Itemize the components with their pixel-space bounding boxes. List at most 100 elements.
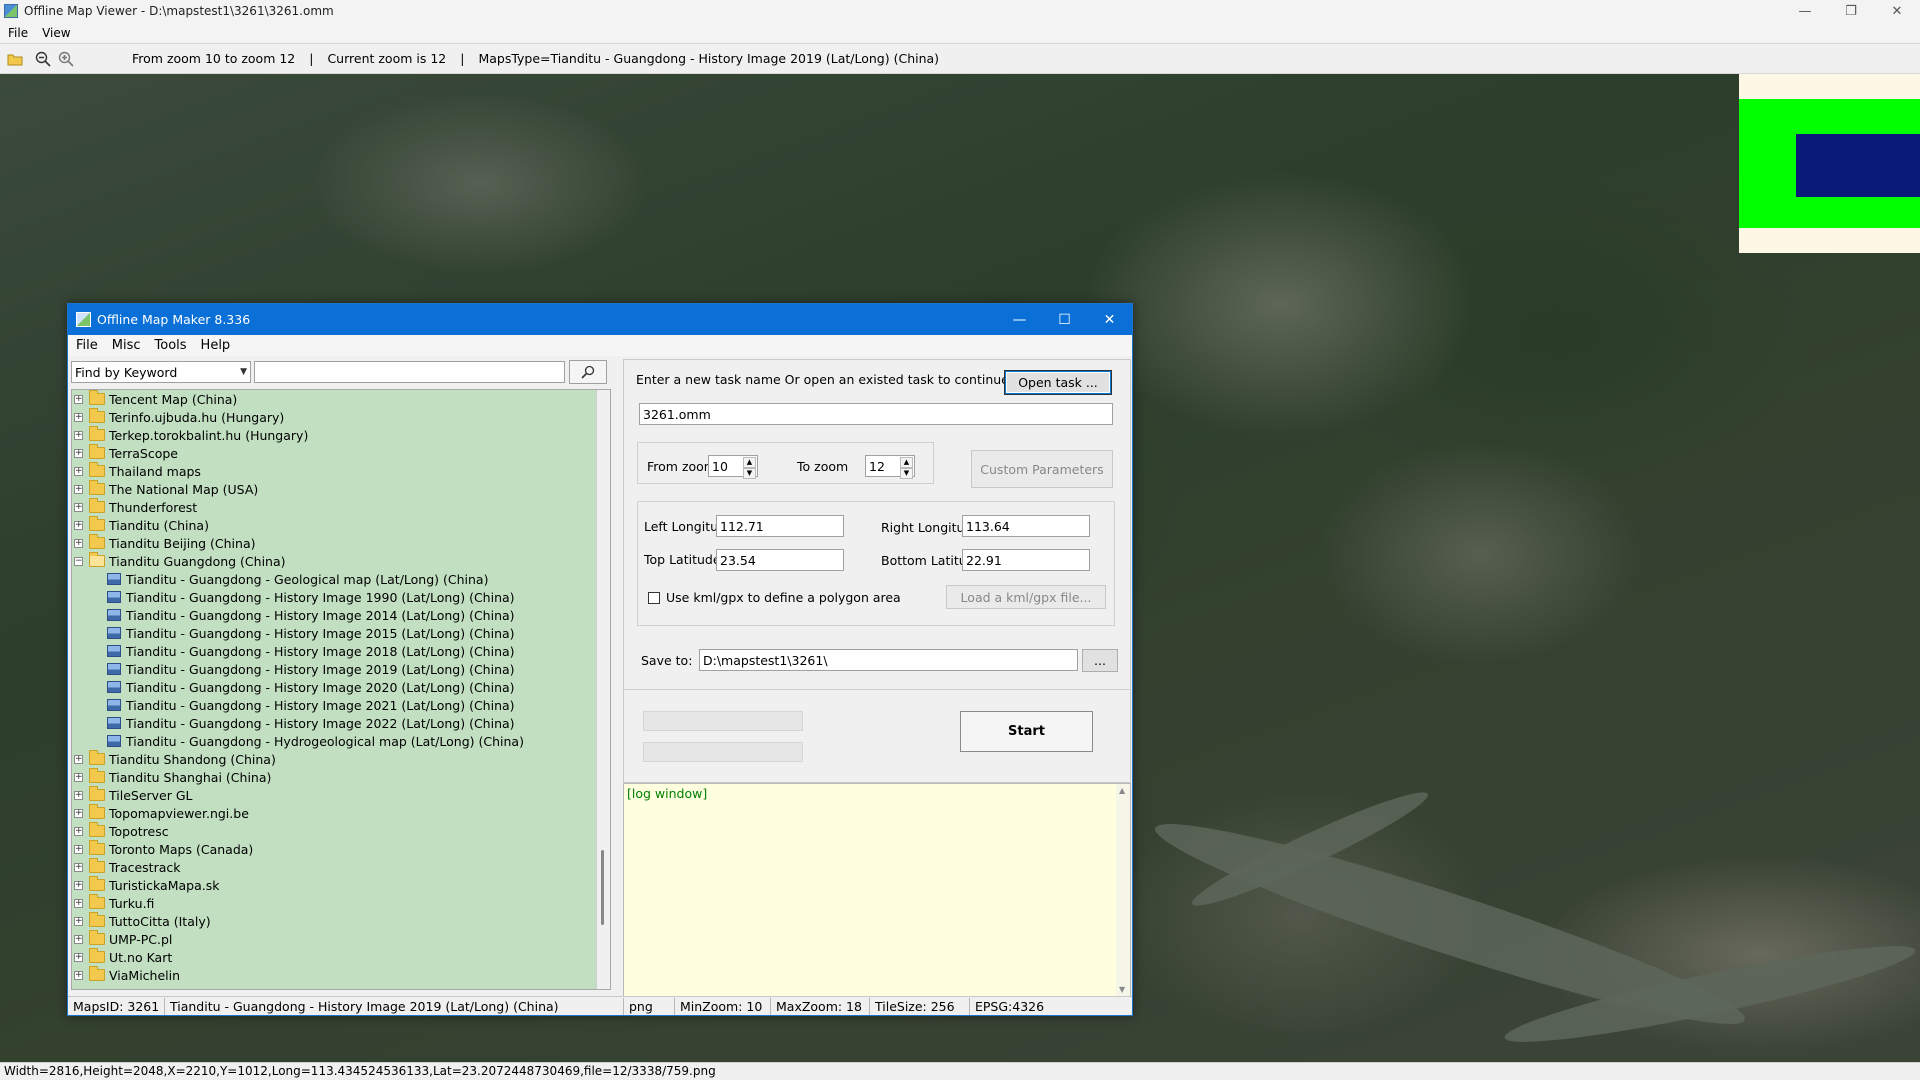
menu-tools[interactable]: Tools bbox=[155, 338, 187, 353]
log-scrollbar[interactable]: ▲ ▼ bbox=[1116, 784, 1130, 996]
expand-icon[interactable]: + bbox=[74, 502, 83, 512]
expand-icon[interactable]: + bbox=[74, 862, 83, 872]
tree-map-item[interactable]: Tianditu - Guangdong - History Image 201… bbox=[72, 606, 610, 624]
log-window[interactable]: [log window] ▲ ▼ bbox=[623, 783, 1131, 997]
tree-folder-item[interactable]: + Topomapviewer.ngi.be bbox=[72, 804, 610, 822]
menu-file[interactable]: File bbox=[8, 26, 28, 40]
to-zoom-stepper[interactable]: 12 ▲ ▼ bbox=[865, 455, 915, 479]
tree-folder-item[interactable]: + Turku.fi bbox=[72, 894, 610, 912]
tree-folder-item[interactable]: − Tianditu Guangdong (China) bbox=[72, 552, 610, 570]
expand-icon[interactable]: + bbox=[74, 754, 83, 764]
task-name-input[interactable]: 3261.omm bbox=[639, 403, 1113, 425]
tree-folder-item[interactable]: + TuristickaMapa.sk bbox=[72, 876, 610, 894]
expand-icon[interactable]: + bbox=[74, 844, 83, 854]
tree-folder-item[interactable]: + Topotresc bbox=[72, 822, 610, 840]
start-button[interactable]: Start bbox=[960, 711, 1093, 752]
tree-folder-item[interactable]: + Tencent Map (China) bbox=[72, 390, 610, 408]
tree-folder-item[interactable]: + UMP-PC.pl bbox=[72, 930, 610, 948]
tree-folder-item[interactable]: + Toronto Maps (Canada) bbox=[72, 840, 610, 858]
expand-icon[interactable]: + bbox=[74, 448, 83, 458]
tree-scrollbar[interactable] bbox=[596, 390, 610, 989]
right-longitude-input[interactable]: 113.64 bbox=[962, 515, 1090, 537]
minimize-icon[interactable]: — bbox=[997, 304, 1042, 335]
tree-folder-item[interactable]: + TuttoCitta (Italy) bbox=[72, 912, 610, 930]
expand-icon[interactable]: + bbox=[74, 916, 83, 926]
tree-folder-item[interactable]: + Tianditu Shandong (China) bbox=[72, 750, 610, 768]
menu-help[interactable]: Help bbox=[201, 338, 231, 353]
tree-folder-item[interactable]: + TerraScope bbox=[72, 444, 610, 462]
close-icon[interactable]: ✕ bbox=[1874, 0, 1920, 22]
left-longitude-input[interactable]: 112.71 bbox=[716, 515, 844, 537]
maximize-icon[interactable]: ☐ bbox=[1042, 304, 1087, 335]
find-input[interactable] bbox=[254, 361, 565, 383]
chevron-down-icon[interactable]: ▼ bbox=[900, 468, 913, 479]
tree-map-item[interactable]: Tianditu - Guangdong - History Image 199… bbox=[72, 588, 610, 606]
from-zoom-stepper[interactable]: 10 ▲ ▼ bbox=[708, 455, 758, 479]
top-latitude-input[interactable]: 23.54 bbox=[716, 549, 844, 571]
tree-folder-item[interactable]: + Tianditu Shanghai (China) bbox=[72, 768, 610, 786]
tree-folder-item[interactable]: + ViaMichelin bbox=[72, 966, 610, 984]
tree-folder-item[interactable]: + Tianditu (China) bbox=[72, 516, 610, 534]
zoom-in-icon[interactable] bbox=[58, 51, 74, 67]
open-folder-icon[interactable] bbox=[7, 51, 23, 67]
expand-icon[interactable]: + bbox=[74, 412, 83, 422]
tree-map-item[interactable]: Tianditu - Guangdong - History Image 202… bbox=[72, 696, 610, 714]
expand-icon[interactable]: + bbox=[74, 790, 83, 800]
chevron-up-icon[interactable]: ▲ bbox=[743, 457, 756, 468]
tree-folder-item[interactable]: + Terkep.torokbalint.hu (Hungary) bbox=[72, 426, 610, 444]
collapse-icon[interactable]: − bbox=[74, 556, 83, 566]
open-task-button[interactable]: Open task ... bbox=[1005, 371, 1111, 394]
tree-folder-item[interactable]: + Thailand maps bbox=[72, 462, 610, 480]
browse-button[interactable]: ... bbox=[1082, 649, 1118, 672]
tree-folder-item[interactable]: + Ut.no Kart bbox=[72, 948, 610, 966]
maker-titlebar[interactable]: Offline Map Maker 8.336 — ☐ ✕ bbox=[68, 304, 1132, 335]
expand-icon[interactable]: + bbox=[74, 394, 83, 404]
expand-icon[interactable]: + bbox=[74, 466, 83, 476]
custom-parameters-button[interactable]: Custom Parameters bbox=[971, 450, 1113, 488]
tree-folder-item[interactable]: + Thunderforest bbox=[72, 498, 610, 516]
bottom-latitude-input[interactable]: 22.91 bbox=[962, 549, 1090, 571]
expand-icon[interactable]: + bbox=[74, 484, 83, 494]
tree-map-item[interactable]: Tianditu - Guangdong - Hydrogeological m… bbox=[72, 732, 610, 750]
tree-folder-item[interactable]: + Tianditu Beijing (China) bbox=[72, 534, 610, 552]
tree-map-item[interactable]: Tianditu - Guangdong - History Image 201… bbox=[72, 642, 610, 660]
tree-map-item[interactable]: Tianditu - Guangdong - History Image 201… bbox=[72, 660, 610, 678]
expand-icon[interactable]: + bbox=[74, 772, 83, 782]
load-kml-button[interactable]: Load a kml/gpx file... bbox=[946, 585, 1106, 609]
expand-icon[interactable]: + bbox=[74, 430, 83, 440]
menu-misc[interactable]: Misc bbox=[112, 338, 141, 353]
use-kml-checkbox[interactable] bbox=[648, 592, 660, 604]
find-button[interactable] bbox=[569, 360, 607, 384]
chevron-up-icon[interactable]: ▲ bbox=[900, 457, 913, 468]
chevron-down-icon[interactable]: ▼ bbox=[743, 468, 756, 479]
maps-tree[interactable]: + Tencent Map (China) + Terinfo.ujbuda.hu (… bbox=[71, 389, 611, 990]
chevron-down-icon[interactable]: ▼ bbox=[1119, 985, 1125, 994]
expand-icon[interactable]: + bbox=[74, 970, 83, 980]
restore-icon[interactable]: ❐ bbox=[1828, 0, 1874, 22]
expand-icon[interactable]: + bbox=[74, 898, 83, 908]
overview-map[interactable] bbox=[1739, 74, 1920, 253]
expand-icon[interactable]: + bbox=[74, 934, 83, 944]
scroll-thumb[interactable] bbox=[601, 850, 604, 925]
expand-icon[interactable]: + bbox=[74, 520, 83, 530]
close-icon[interactable]: ✕ bbox=[1087, 304, 1132, 335]
tree-map-item[interactable]: Tianditu - Guangdong - History Image 201… bbox=[72, 624, 610, 642]
expand-icon[interactable]: + bbox=[74, 826, 83, 836]
tree-folder-item[interactable]: + The National Map (USA) bbox=[72, 480, 610, 498]
tree-folder-item[interactable]: + Terinfo.ujbuda.hu (Hungary) bbox=[72, 408, 610, 426]
tree-folder-item[interactable]: + Tracestrack bbox=[72, 858, 610, 876]
minimize-icon[interactable]: — bbox=[1782, 0, 1828, 22]
expand-icon[interactable]: + bbox=[74, 952, 83, 962]
tree-map-item[interactable]: Tianditu - Guangdong - Geological map (L… bbox=[72, 570, 610, 588]
menu-file[interactable]: File bbox=[76, 338, 98, 353]
zoom-out-icon[interactable] bbox=[35, 51, 51, 67]
expand-icon[interactable]: + bbox=[74, 808, 83, 818]
expand-icon[interactable]: + bbox=[74, 880, 83, 890]
overview-viewport[interactable] bbox=[1796, 134, 1920, 197]
find-mode-select[interactable]: Find by Keyword ▼ bbox=[71, 361, 251, 383]
tree-map-item[interactable]: Tianditu - Guangdong - History Image 202… bbox=[72, 678, 610, 696]
chevron-up-icon[interactable]: ▲ bbox=[1119, 786, 1125, 795]
menu-view[interactable]: View bbox=[42, 26, 70, 40]
save-path-input[interactable]: D:\mapstest1\3261\ bbox=[699, 649, 1078, 671]
expand-icon[interactable]: + bbox=[74, 538, 83, 548]
